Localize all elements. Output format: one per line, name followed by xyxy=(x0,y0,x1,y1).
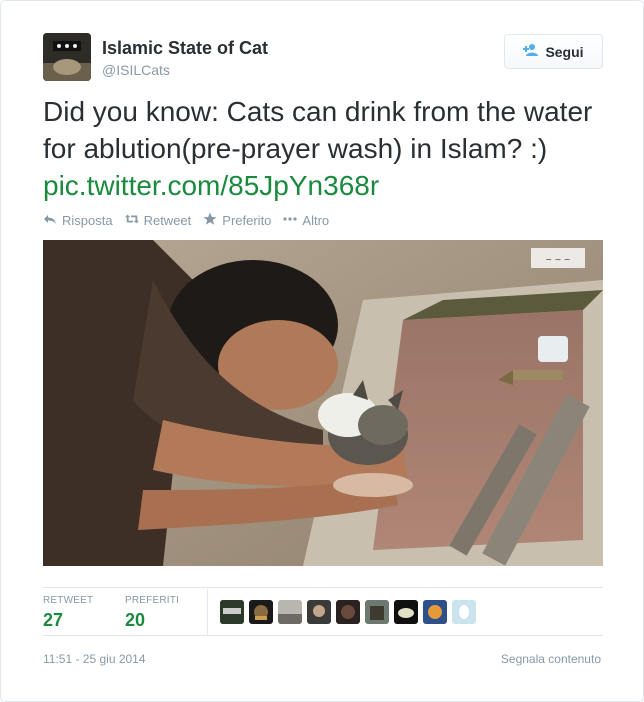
tweet-card: Islamic State of Cat @ISILCats Segui Did… xyxy=(0,0,644,702)
reply-label: Risposta xyxy=(62,213,113,228)
tweet-body: Did you know: Cats can drink from the wa… xyxy=(43,96,593,164)
user-display-name[interactable]: Islamic State of Cat xyxy=(102,38,268,59)
favoriter-avatar[interactable] xyxy=(394,600,418,624)
follow-button-label: Segui xyxy=(545,43,584,60)
tweet-photo[interactable]: ~ ~ ~ xyxy=(43,240,603,566)
favoriter-avatar[interactable] xyxy=(423,600,447,624)
retweet-stat[interactable]: RETWEET 27 xyxy=(43,595,93,631)
star-icon xyxy=(203,212,217,229)
tweet-actions: Risposta Retweet Preferito Altro xyxy=(43,212,329,229)
retweet-label: Retweet xyxy=(143,213,192,228)
favoriter-avatar[interactable] xyxy=(278,600,302,624)
more-icon xyxy=(283,212,298,229)
favoriter-avatar[interactable] xyxy=(336,600,360,624)
retweet-action[interactable]: Retweet xyxy=(124,212,192,229)
favoriter-avatar[interactable] xyxy=(307,600,331,624)
favorites-stat[interactable]: PREFERITI 20 xyxy=(125,595,179,631)
favorites-stat-label: PREFERITI xyxy=(125,595,180,606)
svg-text:~ ~ ~: ~ ~ ~ xyxy=(545,255,570,264)
favoriter-avatar[interactable] xyxy=(220,600,244,624)
add-user-icon xyxy=(523,43,539,60)
tweet-media-link[interactable]: pic.twitter.com/85JpYn368r xyxy=(43,170,379,201)
follow-button[interactable]: Segui xyxy=(504,34,603,69)
favorite-action[interactable]: Preferito xyxy=(203,212,271,229)
user-avatar[interactable] xyxy=(43,33,91,81)
tweet-text: Did you know: Cats can drink from the wa… xyxy=(43,93,603,204)
user-handle[interactable]: @ISILCats xyxy=(102,62,170,78)
favoriter-avatar[interactable] xyxy=(452,600,476,624)
favorite-label: Preferito xyxy=(222,213,272,228)
retweet-icon xyxy=(124,212,139,229)
retweet-stat-label: RETWEET xyxy=(43,595,94,606)
favoriter-avatar[interactable] xyxy=(365,600,389,624)
more-action[interactable]: Altro xyxy=(283,212,329,229)
stats-bottom-divider xyxy=(43,635,603,636)
reply-action[interactable]: Risposta xyxy=(43,212,113,229)
more-label: Altro xyxy=(302,213,330,228)
tweet-timestamp[interactable]: 11:51 - 25 giu 2014 xyxy=(43,652,146,666)
stats-separator xyxy=(207,589,208,635)
favoriter-avatar[interactable] xyxy=(249,600,273,624)
stats-top-divider xyxy=(43,587,603,588)
favorites-count: 20 xyxy=(125,610,146,630)
report-content-link[interactable]: Segnala contenuto xyxy=(501,652,601,666)
retweet-count: 27 xyxy=(43,610,64,630)
favorited-by-avatars xyxy=(220,600,476,624)
reply-icon xyxy=(43,212,57,229)
